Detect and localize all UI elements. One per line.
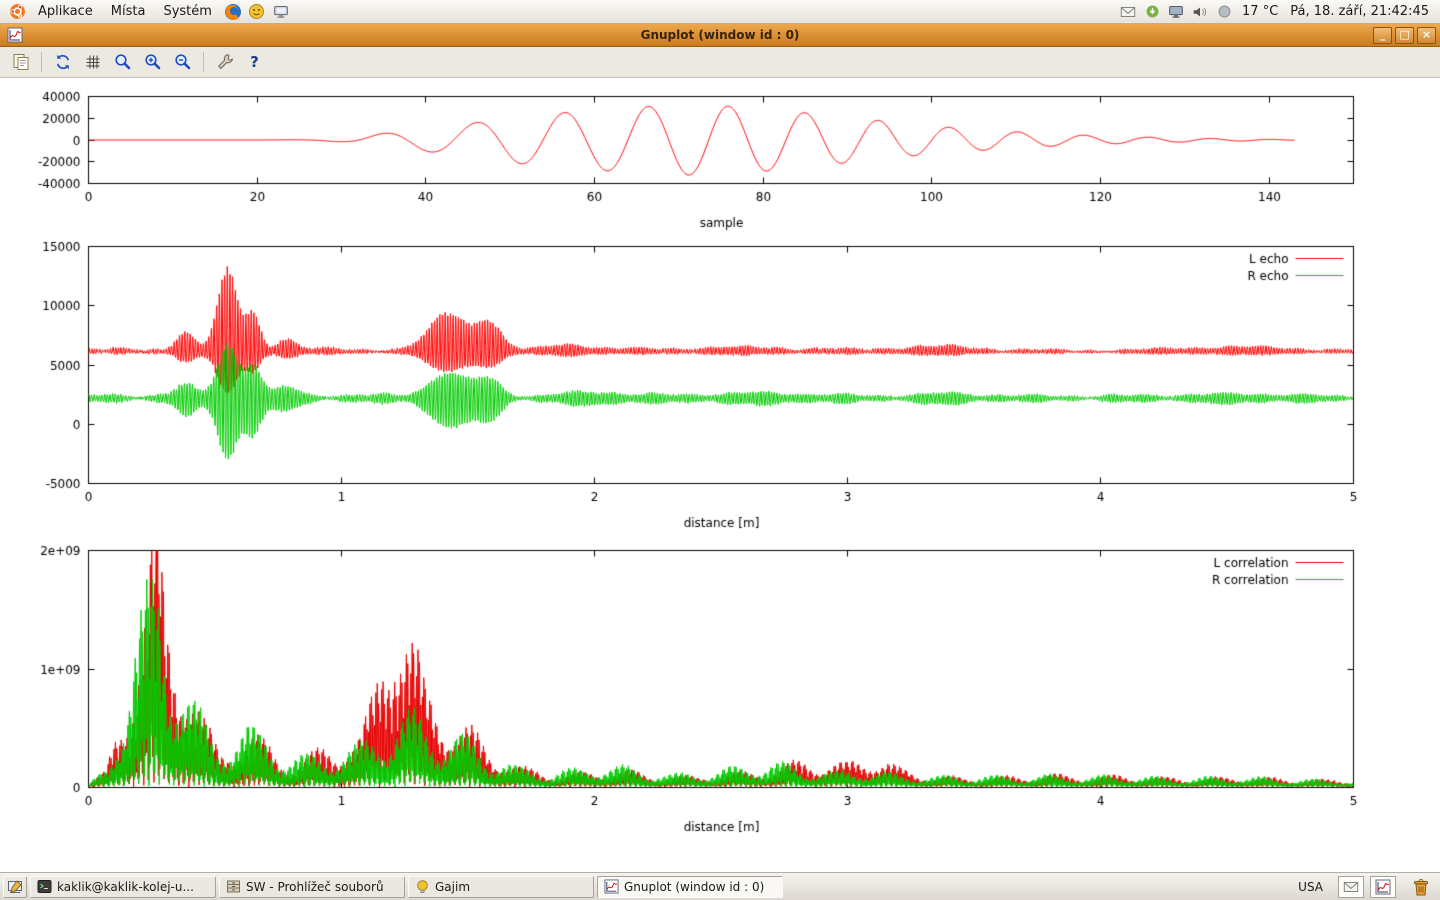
update-tray-icon[interactable] — [1141, 1, 1163, 23]
window-title: Gnuplot (window id : 0) — [0, 28, 1440, 42]
temperature-label[interactable]: 17 °C — [1237, 4, 1283, 19]
clock[interactable]: Pá, 18. září, 21:42:45 — [1285, 4, 1434, 19]
show-desktop-icon — [7, 879, 23, 895]
taskbar-window-label: Gajim — [435, 880, 470, 894]
taskbar-window-label: kaklik@kaklik-kolej-u... — [57, 880, 194, 894]
help-button[interactable]: ? — [242, 50, 267, 75]
wrench-icon — [215, 52, 235, 72]
window-indicator-button[interactable] — [1370, 876, 1396, 898]
zoom-in-button[interactable] — [140, 50, 165, 75]
copy-button[interactable] — [8, 50, 33, 75]
top-panel: Aplikace Místa Systém — [0, 0, 1440, 24]
close-button[interactable]: × — [1417, 27, 1436, 44]
taskbar-window-gajim[interactable]: Gajim — [408, 876, 594, 898]
zoom-out-icon — [173, 52, 193, 72]
maximize-button[interactable]: □ — [1395, 27, 1414, 44]
show-desktop-button[interactable] — [3, 876, 27, 898]
gnuplot-indicator-icon — [1375, 879, 1391, 895]
refresh-icon — [53, 52, 73, 72]
zoom-fit-icon — [113, 52, 133, 72]
mail-notification-button[interactable] — [1338, 876, 1364, 898]
echo-chart[interactable] — [0, 235, 1440, 540]
terminal-icon — [37, 879, 52, 894]
weather-icon[interactable] — [1213, 1, 1235, 23]
ubuntu-menu-icon[interactable] — [6, 1, 28, 23]
gajim-icon — [415, 879, 430, 894]
taskbar: kaklik@kaklik-kolej-u... SW - Prohlížeč … — [0, 872, 1440, 900]
refresh-button[interactable] — [50, 50, 75, 75]
configure-button[interactable] — [212, 50, 237, 75]
mail-icon — [1342, 878, 1360, 896]
taskbar-window-terminal[interactable]: kaklik@kaklik-kolej-u... — [30, 876, 216, 898]
screenshot-launcher-icon[interactable] — [270, 1, 292, 23]
zoom-in-icon — [143, 52, 163, 72]
minimize-button[interactable]: _ — [1373, 27, 1392, 44]
grid-button[interactable] — [80, 50, 105, 75]
menu-system[interactable]: Systém — [155, 2, 219, 21]
mail-tray-icon[interactable] — [1117, 1, 1139, 23]
gnuplot-toolbar: ? — [0, 47, 1440, 78]
gnuplot-icon — [604, 879, 619, 894]
trash-applet[interactable] — [1405, 874, 1437, 900]
trash-icon — [1410, 876, 1432, 898]
sample-waveform-chart[interactable] — [0, 85, 1440, 235]
gnuplot-window: Gnuplot (window id : 0) _ □ × — [0, 24, 1440, 872]
grid-icon — [83, 52, 103, 72]
taskbar-window-label: Gnuplot (window id : 0) — [624, 880, 764, 894]
taskbar-window-label: SW - Prohlížeč souborů — [246, 880, 384, 894]
menu-applications[interactable]: Aplikace — [30, 2, 101, 21]
zoom-fit-button[interactable] — [110, 50, 135, 75]
copy-icon — [11, 52, 31, 72]
firefox-launcher-icon[interactable] — [222, 1, 244, 23]
toolbar-separator — [41, 52, 42, 72]
volume-tray-icon[interactable] — [1189, 1, 1211, 23]
app-launcher-icon[interactable] — [246, 1, 268, 23]
titlebar[interactable]: Gnuplot (window id : 0) _ □ × — [0, 24, 1440, 47]
file-manager-icon — [226, 879, 241, 894]
toolbar-separator — [203, 52, 204, 72]
help-icon: ? — [250, 53, 259, 71]
display-tray-icon[interactable] — [1165, 1, 1187, 23]
menu-places[interactable]: Místa — [103, 2, 154, 21]
zoom-out-button[interactable] — [170, 50, 195, 75]
keyboard-layout-indicator[interactable]: USA — [1289, 880, 1332, 894]
taskbar-window-file-manager[interactable]: SW - Prohlížeč souborů — [219, 876, 405, 898]
correlation-chart[interactable] — [0, 540, 1440, 844]
plot-area — [0, 78, 1440, 872]
taskbar-window-gnuplot[interactable]: Gnuplot (window id : 0) — [597, 876, 783, 898]
window-menu-icon[interactable] — [4, 24, 26, 46]
